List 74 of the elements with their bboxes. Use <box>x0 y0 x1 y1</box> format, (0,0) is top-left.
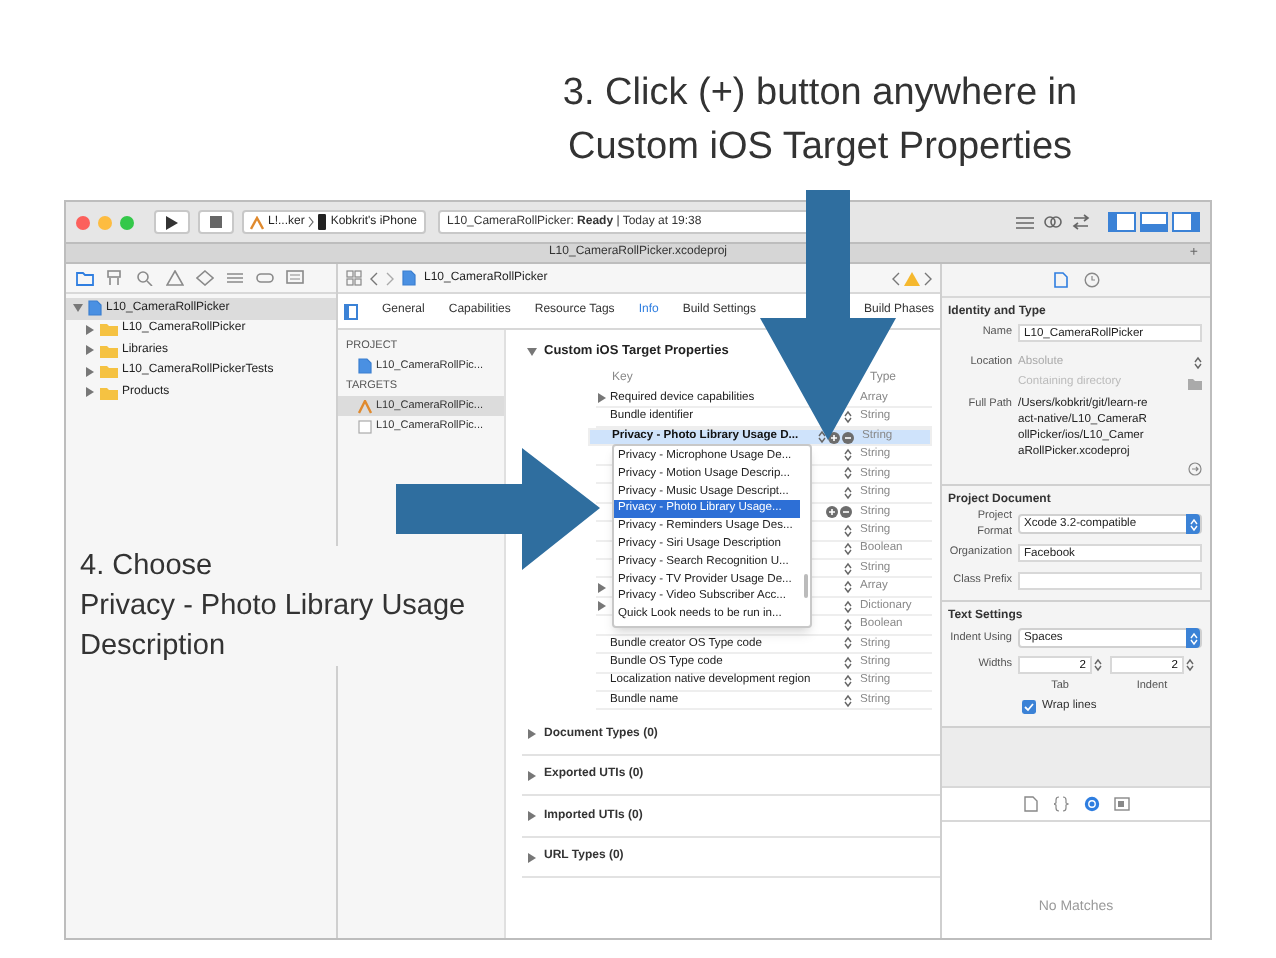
remove-icon[interactable] <box>842 431 854 444</box>
arrows-icon[interactable] <box>1072 214 1090 230</box>
document-icon <box>88 300 102 317</box>
stepper-icon[interactable] <box>844 466 852 481</box>
play-icon <box>166 215 178 229</box>
list-icon[interactable] <box>226 270 244 286</box>
expand-triangle-icon[interactable] <box>526 769 538 782</box>
stepper-icon[interactable] <box>844 523 852 538</box>
class-prefix-field[interactable] <box>1018 571 1202 589</box>
close-button[interactable] <box>76 215 90 229</box>
tag-icon[interactable] <box>256 270 274 286</box>
stepper-icon[interactable] <box>1194 355 1202 369</box>
document-icon <box>402 270 416 286</box>
stepper-icon[interactable] <box>844 485 852 500</box>
back-icon[interactable] <box>892 271 900 285</box>
link-icon[interactable] <box>1044 214 1062 230</box>
expand-triangle-icon[interactable] <box>526 851 538 864</box>
media-icon[interactable] <box>1113 796 1129 812</box>
instruction-text: 3. Click (+) button anywhere in Custom iOS Target Properties <box>560 70 1080 172</box>
search-icon[interactable] <box>136 270 154 286</box>
bottom-panel-icon[interactable] <box>1140 212 1168 232</box>
folder-icon[interactable] <box>76 270 94 286</box>
right-panel-icon[interactable] <box>1172 212 1200 232</box>
stop-icon <box>210 216 222 228</box>
forward-icon[interactable] <box>386 271 394 285</box>
message-icon[interactable] <box>286 270 304 286</box>
back-icon[interactable] <box>370 271 378 285</box>
warning-icon[interactable] <box>166 270 184 286</box>
popup-arrows-icon <box>1189 631 1197 645</box>
expand-triangle-icon[interactable] <box>526 728 538 741</box>
sidebar-toggle-icon[interactable] <box>344 303 358 319</box>
scrollbar[interactable] <box>804 574 808 598</box>
list-icon[interactable] <box>1016 215 1034 229</box>
stepper-icon[interactable] <box>1094 657 1102 671</box>
file-icon[interactable] <box>1053 272 1067 288</box>
folder-icon[interactable] <box>1188 377 1202 389</box>
document-icon <box>358 358 372 374</box>
stepper-icon[interactable] <box>844 617 852 632</box>
reveal-arrow-icon[interactable] <box>1188 462 1202 476</box>
object-library-icon[interactable] <box>1083 796 1099 812</box>
run-button[interactable] <box>154 210 190 234</box>
diamond-icon[interactable] <box>196 270 214 286</box>
stepper-icon[interactable] <box>844 542 852 557</box>
left-panel-icon[interactable] <box>1108 212 1136 232</box>
file-icon[interactable] <box>1023 796 1039 812</box>
clock-icon[interactable] <box>1083 272 1099 288</box>
stepper-icon[interactable] <box>844 580 852 595</box>
stepper-icon[interactable] <box>844 693 852 708</box>
stepper-icon[interactable] <box>818 430 826 445</box>
braces-icon[interactable] <box>1053 796 1069 812</box>
stepper-icon[interactable] <box>844 655 852 670</box>
stepper-icon[interactable] <box>844 410 852 425</box>
stepper-icon[interactable] <box>844 674 852 689</box>
expand-triangle-icon[interactable] <box>526 810 538 823</box>
stepper-icon[interactable] <box>844 636 852 651</box>
stepper-icon[interactable] <box>844 448 852 463</box>
hierarchy-icon[interactable] <box>106 270 124 286</box>
stepper-icon[interactable] <box>844 561 852 576</box>
forward-icon[interactable] <box>924 271 932 285</box>
expand-triangle-icon[interactable] <box>596 392 608 405</box>
remove-icon[interactable] <box>840 505 852 518</box>
collapse-triangle-icon[interactable] <box>72 302 84 315</box>
chevron-icon <box>308 216 315 228</box>
grid-icon[interactable] <box>346 270 362 286</box>
stepper-icon[interactable] <box>844 599 852 614</box>
stop-button[interactable] <box>198 210 234 234</box>
instruction-text: 4. Choose Privacy - Photo Library Usage Description <box>80 546 466 666</box>
checkbox[interactable] <box>1022 699 1036 713</box>
add-icon[interactable] <box>826 505 838 518</box>
collapse-triangle-icon[interactable] <box>526 346 538 358</box>
stepper-icon[interactable] <box>1186 657 1194 671</box>
phone-icon <box>318 214 327 230</box>
test-bundle-icon <box>358 419 372 433</box>
popup-arrows-icon <box>1189 517 1197 531</box>
